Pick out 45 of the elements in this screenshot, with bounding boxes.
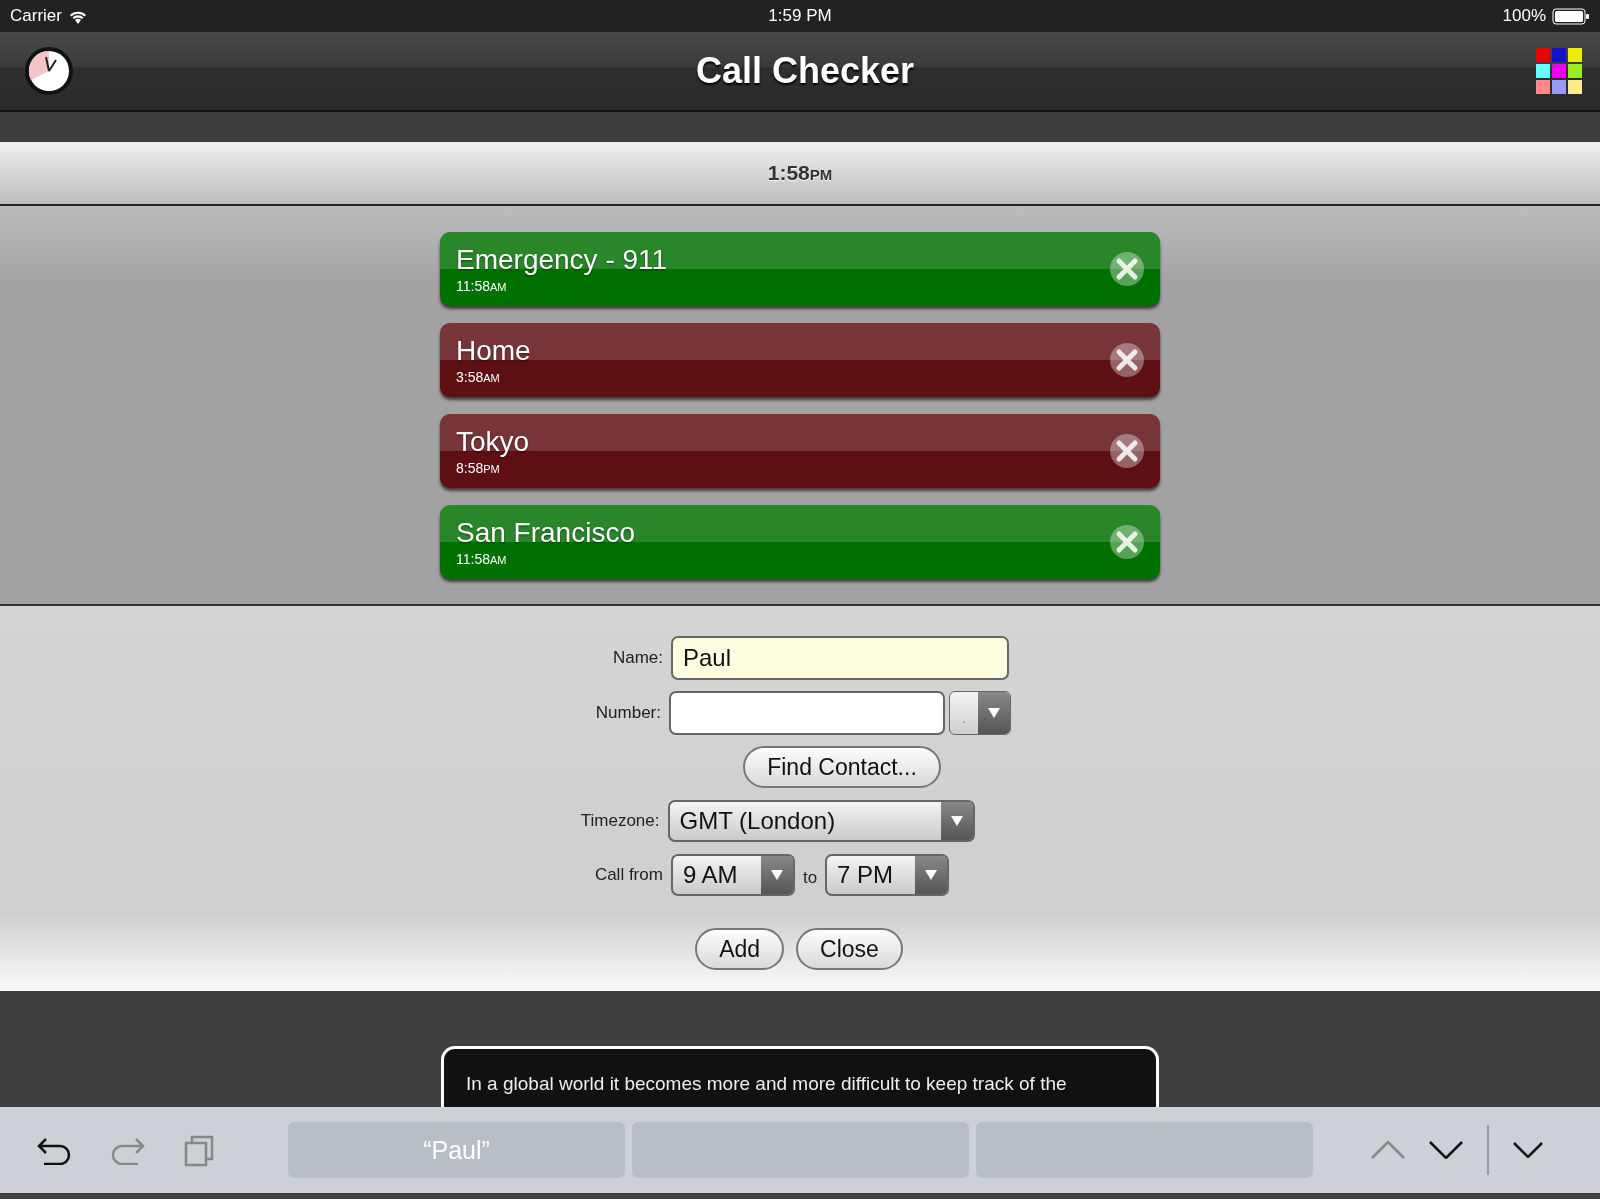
close-icon[interactable] xyxy=(1110,434,1144,468)
to-select[interactable]: 7 PM xyxy=(825,854,950,896)
call-card[interactable]: Tokyo 8:58PM xyxy=(440,414,1160,488)
call-time: 11:58AM xyxy=(456,551,508,567)
call-name: Emergency - 911 xyxy=(456,244,668,276)
carrier-name: Carrier xyxy=(10,6,62,26)
call-card[interactable]: Emergency - 911 11:58AM xyxy=(440,232,1160,306)
field-label: Timezone: xyxy=(579,811,660,831)
call-name: San Francisco xyxy=(456,517,635,549)
clipboard-icon[interactable] xyxy=(184,1133,216,1167)
call-name: Home xyxy=(456,335,531,367)
form-button[interactable]: Add xyxy=(695,928,785,970)
undo-icon[interactable] xyxy=(36,1135,72,1165)
find-contact-button[interactable]: Find Contact... xyxy=(743,746,941,788)
call-card[interactable]: San Francisco 11:58AM xyxy=(440,505,1160,579)
from-select[interactable]: 9 AM xyxy=(670,854,795,896)
battery-percent: 100% xyxy=(1502,6,1546,26)
call-card[interactable]: Home 3:58AM xyxy=(440,323,1160,397)
name-field[interactable]: Paul xyxy=(671,636,1009,680)
grid-icon[interactable] xyxy=(1536,48,1582,94)
caret-icon xyxy=(988,708,1000,718)
clock-icon[interactable] xyxy=(24,46,74,96)
close-icon[interactable] xyxy=(1110,343,1144,377)
call-name: Tokyo xyxy=(456,426,530,458)
field-label: Name: xyxy=(611,648,663,668)
caret-icon xyxy=(950,816,963,826)
call-time: 3:58AM xyxy=(456,369,501,385)
to-label: to xyxy=(802,868,818,888)
description-text: In a global world it becomes more and more difficult to keep track of the xyxy=(441,1046,1159,1107)
current-time: 1:58PM xyxy=(767,161,833,185)
close-icon[interactable] xyxy=(1110,252,1144,286)
close-icon[interactable] xyxy=(1110,525,1144,559)
timezone-select[interactable]: GMT (London) xyxy=(667,800,975,842)
dismiss-keyboard-icon[interactable] xyxy=(1513,1142,1543,1158)
app-title: Call Checker xyxy=(695,50,915,92)
battery-icon xyxy=(1552,7,1590,25)
chevron-down-icon[interactable] xyxy=(1429,1141,1463,1159)
call-time: 8:58PM xyxy=(456,460,501,476)
field-label: Number: xyxy=(594,703,661,723)
call-time: 11:58AM xyxy=(456,278,508,294)
caret-icon xyxy=(770,870,783,880)
form-button[interactable]: Close xyxy=(796,928,903,970)
status-time: 1:59 PM xyxy=(768,6,832,26)
caret-icon xyxy=(925,870,938,880)
field-label: Call from xyxy=(593,865,663,885)
